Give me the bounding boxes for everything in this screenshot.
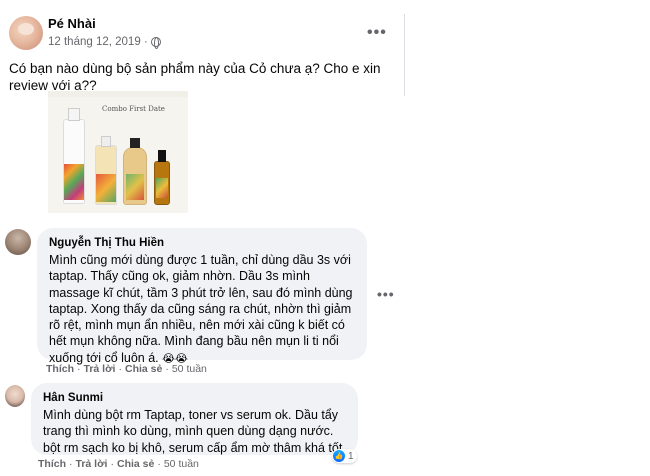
comment-time[interactable]: 50 tuần xyxy=(164,458,199,470)
comment-author[interactable]: Nguyễn Thị Thu Hiền xyxy=(49,236,355,250)
comment-actions: Thích · Trả lời · Chia sẻ · 50 tuần xyxy=(38,458,199,470)
column-divider xyxy=(404,14,405,96)
comment-options-icon[interactable]: ••• xyxy=(377,286,395,302)
serum-bottle xyxy=(154,150,170,205)
globe-icon xyxy=(150,37,161,49)
post-author-name[interactable]: Pé Nhài xyxy=(48,16,96,31)
reply-button[interactable]: Trả lời xyxy=(84,363,116,375)
post-text: Có bạn nào dùng bộ sản phẩm này của Cỏ c… xyxy=(9,61,381,93)
comment-avatar[interactable] xyxy=(5,229,31,255)
reply-button[interactable]: Trả lời xyxy=(76,458,108,470)
like-button[interactable]: Thích xyxy=(38,458,66,470)
reaction-count[interactable]: 👍 1 xyxy=(332,449,357,463)
post-meta: 12 tháng 12, 2019 · xyxy=(48,36,161,49)
comment-time[interactable]: 50 tuần xyxy=(172,363,207,375)
toner-bottle xyxy=(95,136,117,205)
post-photo[interactable]: Combo First Date xyxy=(48,91,188,213)
photo-status-bar xyxy=(48,91,188,97)
post-author-avatar[interactable] xyxy=(9,16,43,50)
share-button[interactable]: Chia sẻ xyxy=(125,363,162,375)
comment-text: Mình cũng mới dùng được 1 tuần, chỉ dùng… xyxy=(49,253,353,365)
thumbs-up-icon: 👍 xyxy=(333,450,345,462)
comment-bubble: Nguyễn Thị Thu Hiền Mình cũng mới dùng đ… xyxy=(37,228,367,365)
spray-bottle xyxy=(63,108,85,204)
post-options-icon[interactable]: ••• xyxy=(367,24,387,42)
post-timestamp[interactable]: 12 tháng 12, 2019 · xyxy=(48,36,148,48)
like-button[interactable]: Thích xyxy=(46,363,74,375)
oil-bottle xyxy=(123,138,147,205)
comment-bubble: Hân Sunmi Mình dùng bột rm Taptap, toner… xyxy=(31,383,358,455)
comment-author[interactable]: Hân Sunmi xyxy=(43,391,346,405)
comment-avatar[interactable] xyxy=(5,385,25,407)
photo-banner-text: Combo First Date xyxy=(102,105,165,113)
comment-text: Mình dùng bột rm Taptap, toner vs serum … xyxy=(43,408,343,455)
share-button[interactable]: Chia sẻ xyxy=(117,458,154,470)
comment-actions: Thích · Trả lời · Chia sẻ · 50 tuần xyxy=(46,363,207,375)
